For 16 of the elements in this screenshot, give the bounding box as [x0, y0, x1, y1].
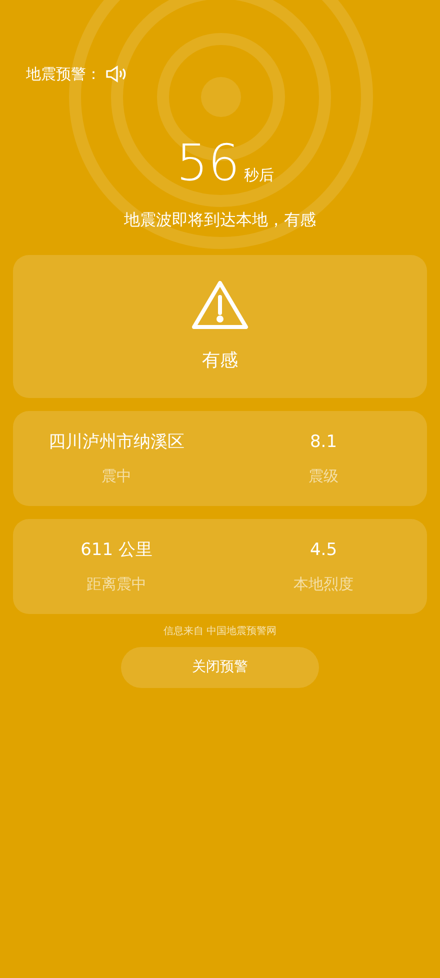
info-label: 震级	[308, 466, 338, 487]
info-label: 震中	[102, 466, 132, 487]
info-value: 四川泸州市纳溪区	[48, 430, 184, 454]
info-value: 611 公里	[80, 538, 152, 562]
close-warning-button[interactable]: 关闭预警	[121, 647, 319, 688]
info-label: 距离震中	[86, 574, 146, 595]
countdown-unit: 秒后	[244, 164, 274, 186]
header-title: 地震预警：	[26, 64, 101, 85]
info-value: 8.1	[310, 430, 338, 454]
warning-message: 地震波即将到达本地，有感	[124, 209, 316, 231]
countdown-number: 56	[176, 138, 240, 188]
warning-icon	[190, 279, 250, 331]
alert-level: 有感	[202, 349, 238, 373]
info-label: 本地烈度	[294, 574, 354, 595]
info-value: 4.5	[310, 538, 338, 562]
source-note: 信息来自 中国地震预警网	[163, 624, 277, 639]
